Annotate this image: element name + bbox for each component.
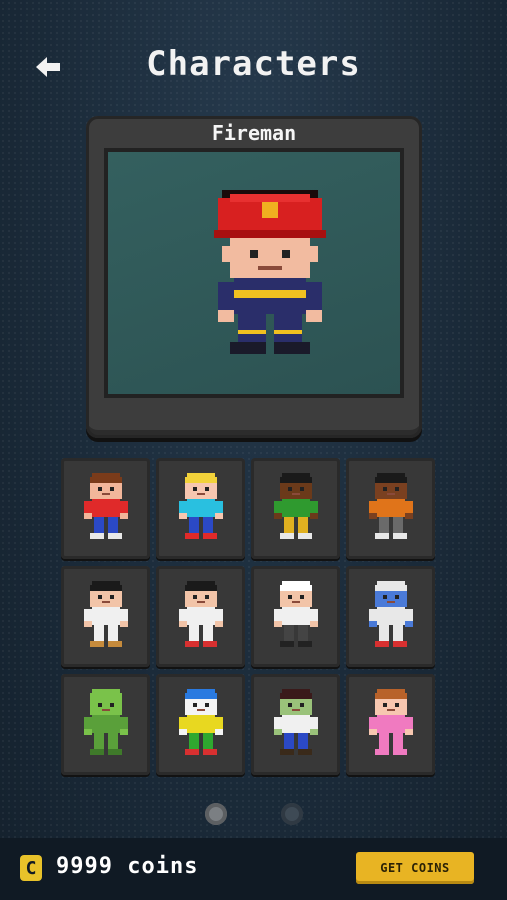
- coin-balance: 9999 coins: [56, 854, 199, 879]
- character-slot-girl-orange-shirt[interactable]: [346, 458, 435, 559]
- girl-pink-dress-sprite: [368, 688, 413, 755]
- boy-red-shirt-sprite: [83, 472, 128, 539]
- character-slot-karate-girl[interactable]: [156, 566, 245, 667]
- character-preview-panel: Fireman: [86, 116, 422, 438]
- girl-orange-shirt-sprite: [368, 472, 413, 539]
- character-slot-clown[interactable]: [156, 674, 245, 775]
- character-slot-alien[interactable]: [61, 674, 150, 775]
- page-dot-2[interactable]: [280, 803, 303, 825]
- zombie-sprite: [273, 688, 318, 755]
- character-grid: [61, 458, 435, 775]
- coin-icon: C: [20, 855, 42, 881]
- page-indicator: [0, 803, 507, 825]
- karate-boy-sprite: [83, 580, 128, 647]
- page-dot-1[interactable]: [204, 803, 227, 825]
- character-slot-boy-red-shirt[interactable]: [61, 458, 150, 559]
- character-slot-girl-pink-dress[interactable]: [346, 674, 435, 775]
- chef-sprite: [273, 580, 318, 647]
- karate-girl-sprite: [178, 580, 223, 647]
- character-slot-girl-blonde[interactable]: [156, 458, 245, 559]
- character-preview-screen: [104, 148, 404, 398]
- character-slot-astronaut[interactable]: [346, 566, 435, 667]
- character-slot-chef[interactable]: [251, 566, 340, 667]
- character-slot-zombie[interactable]: [251, 674, 340, 775]
- get-coins-button[interactable]: GET COINS: [356, 852, 474, 884]
- girl-blonde-sprite: [178, 472, 223, 539]
- selected-character-name: Fireman: [211, 121, 297, 145]
- character-slot-boy-green-shirt[interactable]: [251, 458, 340, 559]
- clown-sprite: [178, 688, 223, 755]
- astronaut-sprite: [368, 580, 413, 647]
- alien-sprite: [83, 688, 128, 755]
- footer-bar: C 9999 coins GET COINS: [0, 838, 507, 900]
- fireman-figure: [214, 190, 326, 354]
- character-slot-karate-boy[interactable]: [61, 566, 150, 667]
- page-title: Characters: [146, 44, 361, 84]
- boy-green-shirt-sprite: [273, 472, 318, 539]
